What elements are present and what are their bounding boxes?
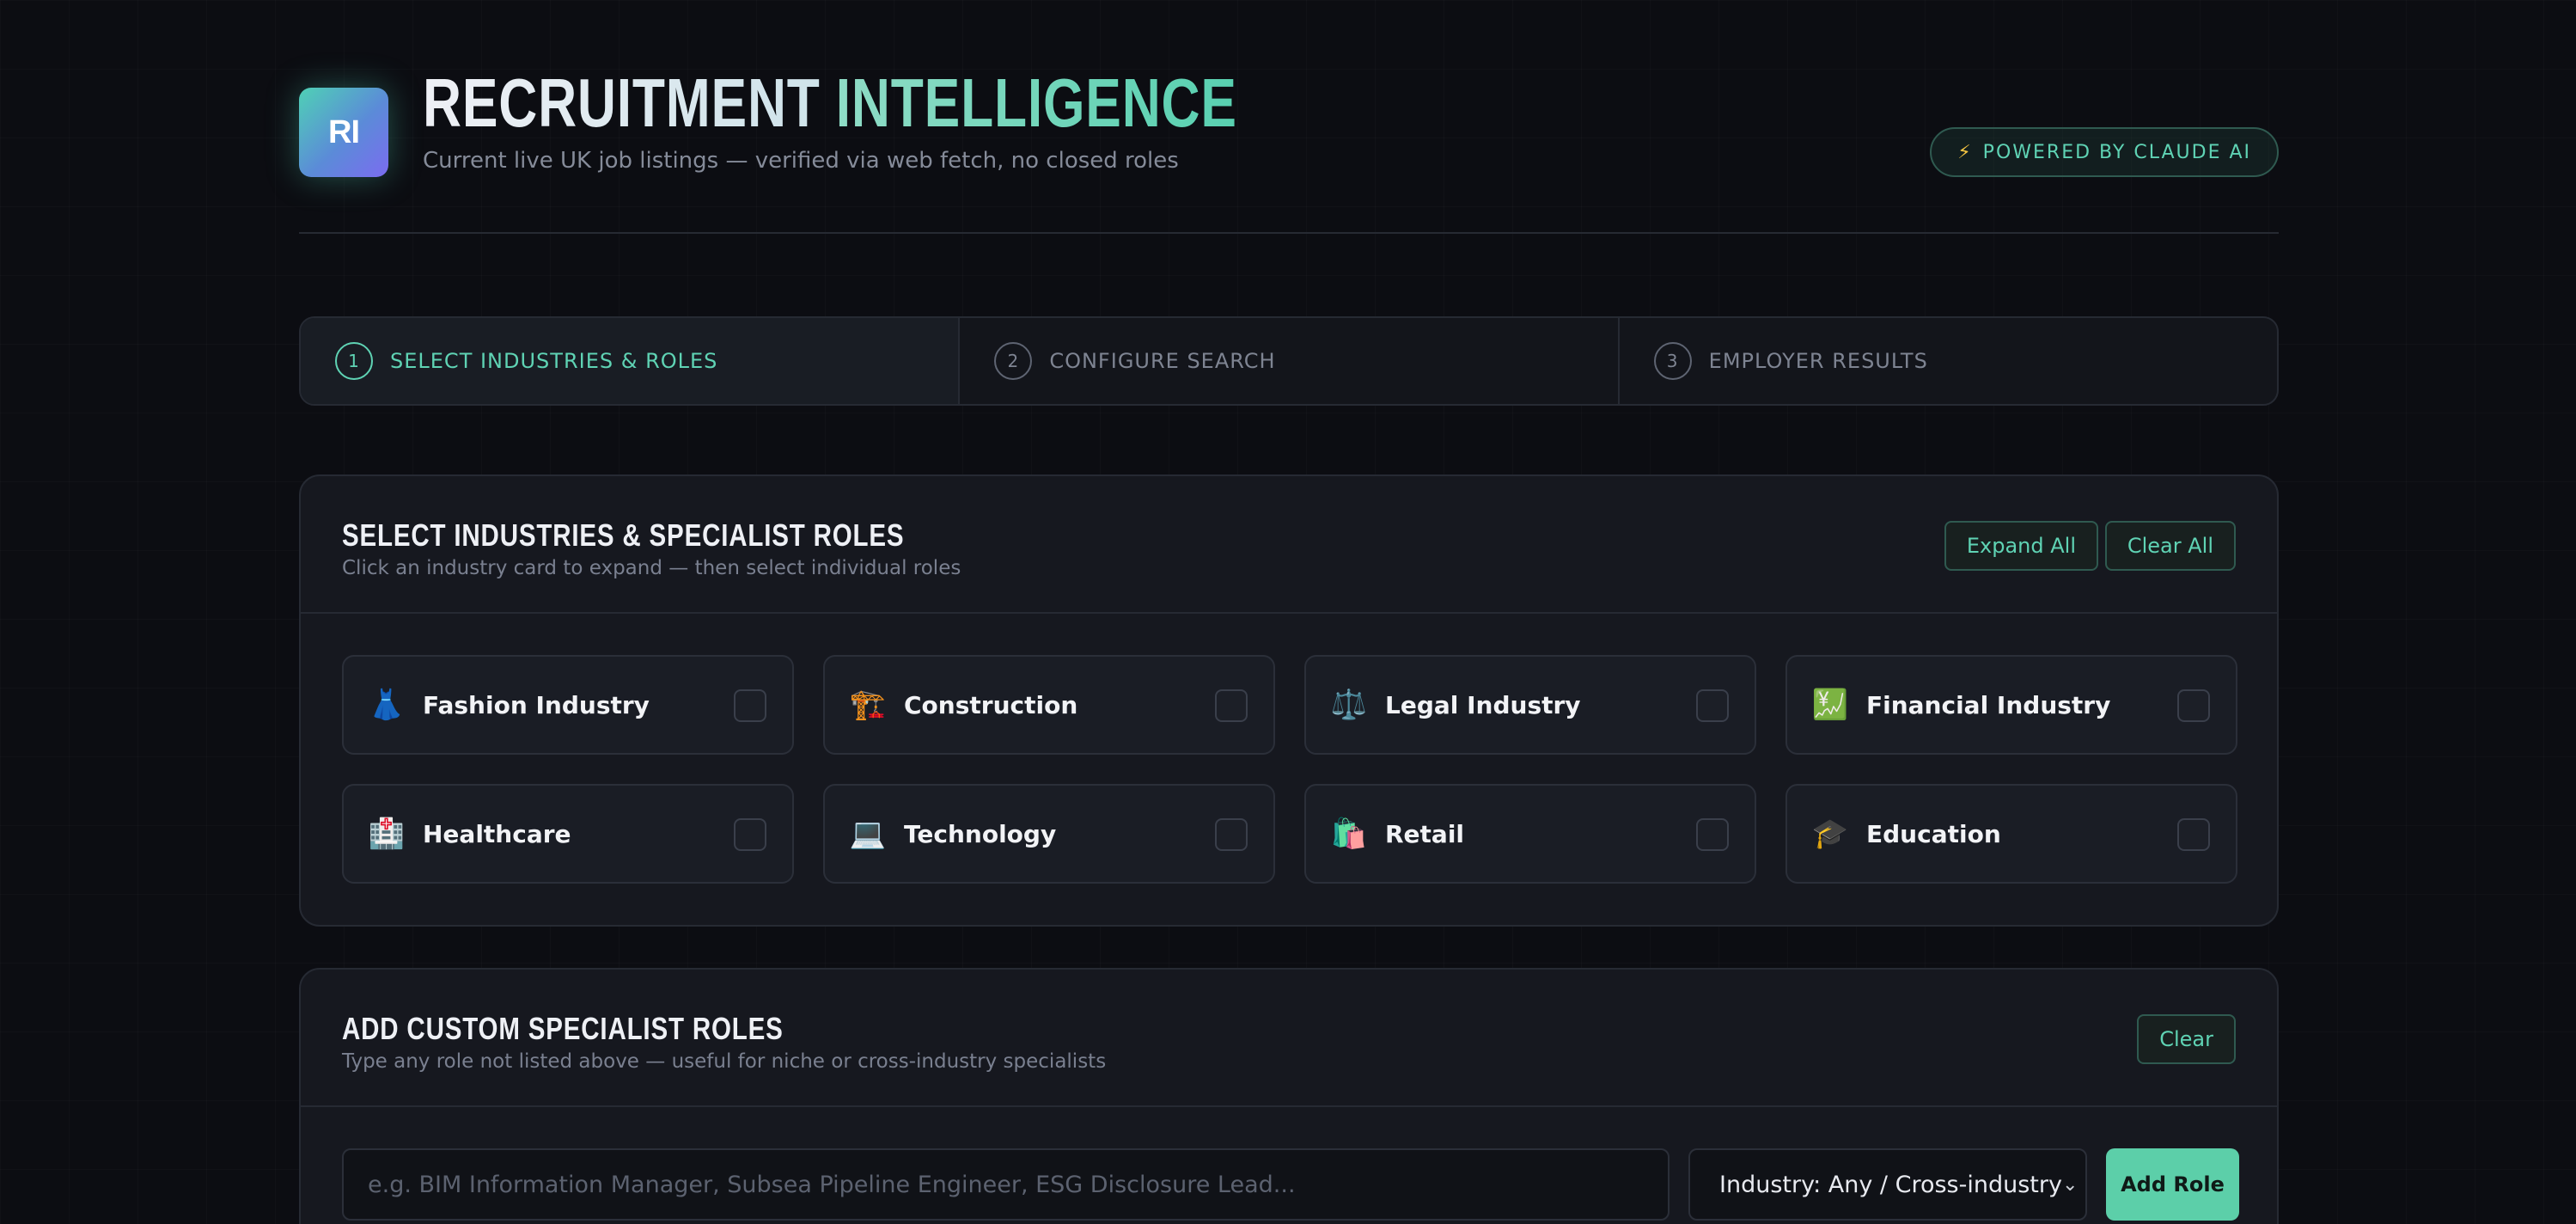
industry-card-construction[interactable]: 🏗️ Construction (823, 655, 1275, 755)
industry-checkbox[interactable] (1696, 689, 1729, 722)
industry-card-retail[interactable]: 🛍️ Retail (1304, 784, 1756, 884)
industries-panel-header: SELECT INDUSTRIES & SPECIALIST ROLES Cli… (301, 476, 2277, 614)
chevron-down-icon: ⌄ (2061, 1173, 2079, 1196)
industries-panel: SELECT INDUSTRIES & SPECIALIST ROLES Cli… (299, 474, 2279, 927)
custom-roles-panel-subtitle: Type any role not listed above — useful … (342, 1050, 1107, 1073)
crane-icon: 🏗️ (849, 688, 887, 722)
add-role-button[interactable]: Add Role (2106, 1148, 2239, 1221)
industries-panel-subtitle: Click an industry card to expand — then … (342, 557, 961, 579)
industry-card-label: Construction (904, 690, 1078, 719)
industry-card-label: Legal Industry (1385, 690, 1581, 719)
industry-card-technology[interactable]: 💻 Technology (823, 784, 1275, 884)
industry-checkbox[interactable] (734, 818, 766, 851)
step-label: SELECT INDUSTRIES & ROLES (390, 349, 718, 373)
industry-select[interactable]: Industry: Any / Cross-industry ⌄ (1688, 1148, 2087, 1221)
industry-card-healthcare[interactable]: 🏥 Healthcare (342, 784, 794, 884)
title-part-intelligence: INTELLIGENCE (835, 64, 1237, 141)
step-employer-results[interactable]: 3 EMPLOYER RESULTS (1620, 318, 2277, 404)
page-title: RECRUITMENT INTELLIGENCE (423, 62, 1237, 144)
step-number: 3 (1653, 342, 1692, 380)
industry-card-label: Retail (1385, 819, 1465, 848)
industry-card-grid: 👗 Fashion Industry 🏗️ Construction ⚖️ Le… (342, 655, 2239, 884)
industry-checkbox[interactable] (1215, 689, 1248, 722)
graduation-cap-icon: 🎓 (1811, 817, 1849, 851)
step-number: 1 (335, 342, 373, 380)
industry-card-label: Education (1866, 819, 2001, 848)
step-configure-search[interactable]: 2 CONFIGURE SEARCH (960, 318, 1620, 404)
industry-checkbox[interactable] (734, 689, 766, 722)
page-header: RI RECRUITMENT INTELLIGENCE Current live… (299, 0, 2279, 234)
industry-card-fashion[interactable]: 👗 Fashion Industry (342, 655, 794, 755)
app-logo: RI (299, 88, 388, 177)
industry-checkbox[interactable] (1696, 818, 1729, 851)
powered-by-label: POWERED BY CLAUDE AI (1982, 141, 2251, 163)
clear-all-button[interactable]: Clear All (2104, 521, 2236, 571)
industry-card-label: Financial Industry (1866, 690, 2111, 719)
industry-card-label: Healthcare (423, 819, 571, 848)
custom-roles-panel: ADD CUSTOM SPECIALIST ROLES Type any rol… (299, 968, 2279, 1224)
industry-card-label: Fashion Industry (423, 690, 650, 719)
industry-card-education[interactable]: 🎓 Education (1785, 784, 2237, 884)
scales-icon: ⚖️ (1330, 688, 1368, 722)
industry-checkbox[interactable] (2177, 689, 2210, 722)
expand-all-button[interactable]: Expand All (1944, 521, 2098, 571)
title-part-recruitment: RECRUITMENT (423, 64, 821, 141)
industry-card-legal[interactable]: ⚖️ Legal Industry (1304, 655, 1756, 755)
laptop-icon: 💻 (849, 817, 887, 851)
hospital-icon: 🏥 (368, 817, 406, 851)
page-subtitle: Current live UK job listings — verified … (423, 148, 1179, 174)
custom-roles-panel-title: ADD CUSTOM SPECIALIST ROLES (342, 1011, 784, 1046)
custom-roles-panel-header: ADD CUSTOM SPECIALIST ROLES Type any rol… (301, 970, 2277, 1107)
shopping-bags-icon: 🛍️ (1330, 817, 1368, 851)
app-root: RI RECRUITMENT INTELLIGENCE Current live… (299, 0, 2279, 1224)
powered-by-badge: ⚡ POWERED BY CLAUDE AI (1930, 127, 2279, 177)
chart-yen-icon: 💹 (1811, 688, 1849, 722)
industries-panel-title: SELECT INDUSTRIES & SPECIALIST ROLES (342, 517, 905, 553)
dress-icon: 👗 (368, 688, 406, 722)
clear-custom-roles-button[interactable]: Clear (2137, 1014, 2236, 1064)
step-label: CONFIGURE SEARCH (1049, 349, 1276, 373)
industry-checkbox[interactable] (2177, 818, 2210, 851)
step-progress: 1 SELECT INDUSTRIES & ROLES 2 CONFIGURE … (299, 316, 2279, 406)
lightning-icon: ⚡ (1957, 141, 1973, 163)
industry-card-label: Technology (904, 819, 1057, 848)
custom-role-input-row: e.g. BIM Information Manager, Subsea Pip… (342, 1148, 2239, 1221)
industry-select-value: Industry: Any / Cross-industry (1719, 1171, 2062, 1198)
custom-role-input[interactable]: e.g. BIM Information Manager, Subsea Pip… (342, 1148, 1670, 1221)
step-label: EMPLOYER RESULTS (1708, 349, 1928, 373)
step-number: 2 (994, 342, 1033, 380)
industry-card-financial[interactable]: 💹 Financial Industry (1785, 655, 2237, 755)
industry-checkbox[interactable] (1215, 818, 1248, 851)
step-select-industries[interactable]: 1 SELECT INDUSTRIES & ROLES (301, 318, 961, 404)
